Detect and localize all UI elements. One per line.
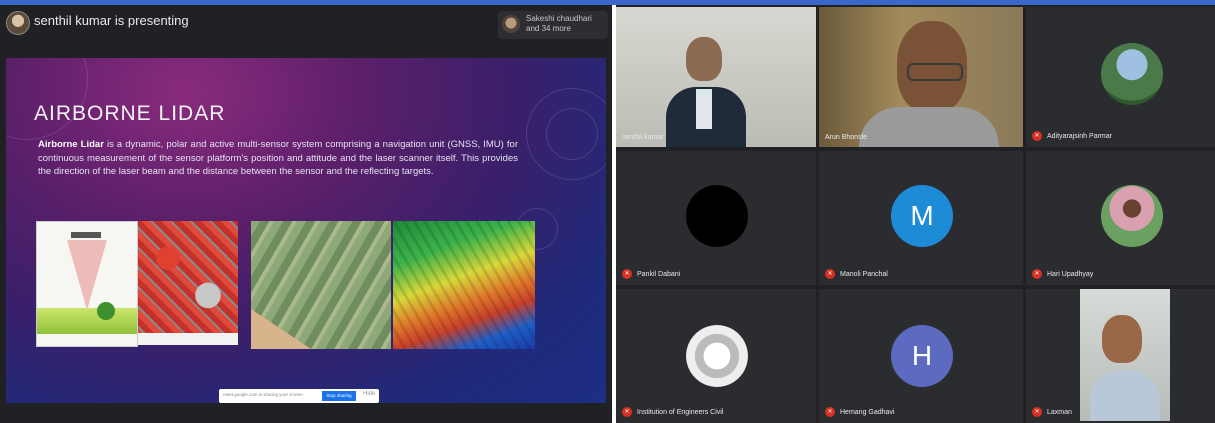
- elevation-map-image: [393, 221, 535, 349]
- slide-body: Airborne Lidar is a dynamic, polar and a…: [38, 138, 518, 179]
- participant-tile[interactable]: Arun Bhonsle: [819, 7, 1023, 147]
- lidar-diagram-image: [36, 221, 138, 347]
- participant-name: Hari Upadhyay: [1047, 270, 1094, 278]
- participant-avatar: [686, 185, 748, 247]
- participant-tile[interactable]: senthil kumar: [616, 7, 816, 147]
- participant-avatar: [1101, 43, 1163, 105]
- participant-name-row: ✕ Laxman: [1032, 407, 1072, 417]
- tree-shape: [97, 302, 115, 320]
- participant-tile[interactable]: ✕ Pankil Dabani: [616, 151, 816, 285]
- presentation-panel: senthil kumar is presenting Sakeshi chau…: [0, 5, 612, 423]
- ground-shape: [37, 308, 137, 334]
- participant-avatar-initial: H: [891, 325, 953, 387]
- participant-name: senthil kumar: [622, 134, 664, 141]
- participant-name-row: ✕ Institution of Engineers Civil: [622, 407, 723, 417]
- participant-tile[interactable]: M ✕ Manoli Panchal: [819, 151, 1023, 285]
- participant-name-row: ✕ Hari Upadhyay: [1032, 269, 1093, 279]
- presentation-header: senthil kumar is presenting Sakeshi chau…: [0, 5, 612, 53]
- participant-name: Institution of Engineers Civil: [637, 408, 724, 416]
- image-caption-strip: [138, 333, 238, 345]
- decor-ring: [546, 108, 598, 160]
- participant-video-head: [1102, 315, 1142, 363]
- shared-slide: AIRBORNE LIDAR Airborne Lidar is a dynam…: [6, 58, 606, 403]
- mic-off-icon: ✕: [1032, 269, 1042, 279]
- participant-tile[interactable]: ✕ Laxman: [1026, 289, 1215, 423]
- hide-button[interactable]: Hide: [363, 391, 375, 397]
- point-cloud-image: [138, 221, 238, 345]
- mic-off-icon: ✕: [825, 269, 835, 279]
- participant-name: Pankil Dabani: [637, 270, 681, 278]
- participant-tile[interactable]: ✕ Adityarajsinh Parmar: [1026, 7, 1215, 147]
- decor-ring: [6, 58, 88, 140]
- viewer-avatar: [502, 15, 520, 33]
- viewers-chip[interactable]: Sakeshi chaudhari and 34 more: [498, 11, 608, 39]
- participant-name: Hemang Gadhavi: [840, 408, 895, 416]
- mic-off-icon: ✕: [1032, 407, 1042, 417]
- participant-avatar-initial: M: [891, 185, 953, 247]
- mic-off-icon: ✕: [1032, 131, 1042, 141]
- participant-name-row: senthil kumar: [622, 134, 664, 141]
- participant-tile[interactable]: ✕ Institution of Engineers Civil: [616, 289, 816, 423]
- participant-name: Manoli Panchal: [840, 270, 888, 278]
- participant-video-body: [859, 107, 999, 147]
- self-view-video: [1080, 289, 1170, 421]
- institution-logo-avatar: [686, 325, 748, 387]
- participant-video-head: [686, 37, 722, 81]
- laser-beam-shape: [67, 240, 107, 310]
- presenter-avatar: [6, 11, 30, 35]
- slide-body-bold: Airborne Lidar: [38, 139, 104, 150]
- participant-name-row: ✕ Hemang Gadhavi: [825, 407, 894, 417]
- screen-share-bar: meet.google.com is sharing your screen S…: [219, 389, 379, 403]
- participant-name: Arun Bhonsle: [825, 134, 868, 141]
- participant-video-shirt: [696, 89, 712, 129]
- mic-off-icon: ✕: [622, 269, 632, 279]
- aircraft-icon: [71, 232, 101, 238]
- participant-name: Adityarajsinh Parmar: [1047, 132, 1112, 140]
- ridge-texture: [393, 221, 535, 349]
- participant-tile[interactable]: ✕ Hari Upadhyay: [1026, 151, 1215, 285]
- viewers-text: Sakeshi chaudhari and 34 more: [526, 14, 592, 33]
- participant-tile[interactable]: H ✕ Hemang Gadhavi: [819, 289, 1023, 423]
- participant-video-body: [1090, 371, 1160, 421]
- screen-share-text: meet.google.com is sharing your screen: [223, 392, 303, 397]
- participant-name-row: Arun Bhonsle: [825, 134, 867, 141]
- slide-title: AIRBORNE LIDAR: [34, 102, 226, 125]
- presenting-label: senthil kumar is presenting: [34, 13, 189, 28]
- terrain-photo-image: [251, 221, 391, 349]
- participant-name-row: ✕ Manoli Panchal: [825, 269, 888, 279]
- mic-off-icon: ✕: [825, 407, 835, 417]
- participant-name-row: ✕ Adityarajsinh Parmar: [1032, 131, 1112, 141]
- participant-grid: senthil kumar Arun Bhonsle ✕ Adityarajsi…: [616, 5, 1215, 423]
- stop-sharing-button[interactable]: Stop sharing: [322, 391, 356, 401]
- mic-off-icon: ✕: [622, 407, 632, 417]
- slide-body-text: is a dynamic, polar and active multi-sen…: [38, 139, 518, 177]
- sand-area-shape: [251, 309, 311, 349]
- glasses-icon: [907, 63, 963, 81]
- participant-name: Laxman: [1047, 408, 1072, 416]
- participant-name-row: ✕ Pankil Dabani: [622, 269, 680, 279]
- participant-avatar: [1101, 185, 1163, 247]
